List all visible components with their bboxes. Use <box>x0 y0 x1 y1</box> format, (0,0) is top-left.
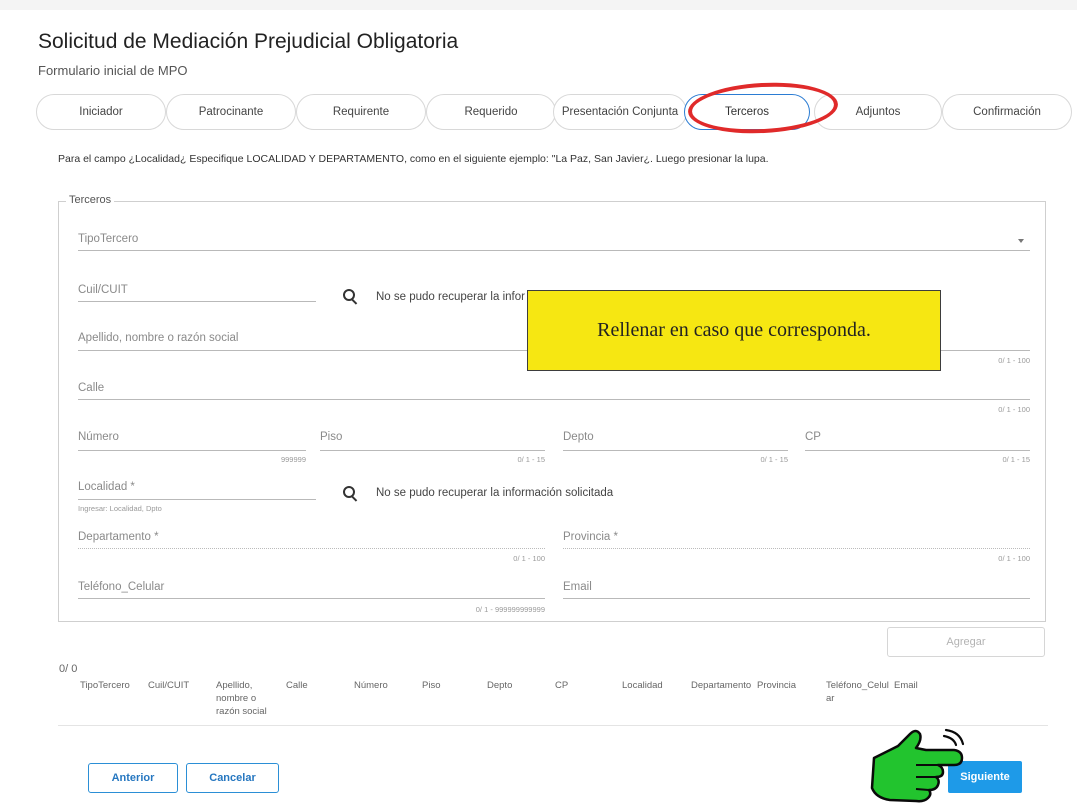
tab-confirmacion[interactable]: Confirmación <box>942 94 1072 130</box>
depto-label: Depto <box>563 431 594 443</box>
localidad-label: Localidad * <box>78 481 135 493</box>
page-subtitle: Formulario inicial de MPO <box>38 63 188 78</box>
piso-label: Piso <box>320 431 343 443</box>
tab-requirente[interactable]: Requirente <box>296 94 426 130</box>
departamento-label: Departamento * <box>78 531 159 543</box>
cuil-message: No se pudo recuperar la infor <box>376 291 525 303</box>
th-cp: CP <box>555 680 569 691</box>
cancelar-button[interactable]: Cancelar <box>186 763 279 793</box>
page-title: Solicitud de Mediación Prejudicial Oblig… <box>38 30 459 53</box>
departamento-input[interactable]: Departamento * <box>78 531 545 549</box>
terceros-fieldset <box>58 201 1046 622</box>
th-email: Email <box>894 680 918 691</box>
depto-input[interactable]: Depto <box>563 431 788 451</box>
th-apellido: Apellido, nombre o razón social <box>216 680 267 717</box>
tab-requerido[interactable]: Requerido <box>426 94 556 130</box>
th-provincia: Provincia <box>757 680 797 691</box>
telefono-counter: 0/ 1 - 999999999999 <box>475 605 545 614</box>
cp-input[interactable]: CP <box>805 431 1030 451</box>
calle-counter: 0/ 1 - 100 <box>998 405 1030 414</box>
apellido-label: Apellido, nombre o razón social <box>78 332 239 344</box>
th-cuil: Cuil/CUIT <box>148 680 190 691</box>
tab-patrocinante[interactable]: Patrocinante <box>166 94 296 130</box>
provincia-input[interactable]: Provincia * <box>563 531 1030 549</box>
telefono-label: Teléfono_Celular <box>78 581 165 593</box>
th-piso: Piso <box>422 680 441 691</box>
apellido-counter: 0/ 1 - 100 <box>998 356 1030 365</box>
table-count: 0/ 0 <box>59 663 78 675</box>
tab-presentacion-conjunta[interactable]: Presentación Conjunta <box>553 94 687 130</box>
localidad-input[interactable]: Localidad * <box>78 481 316 500</box>
provincia-label: Provincia * <box>563 531 618 543</box>
localidad-message: No se pudo recuperar la información soli… <box>376 487 614 499</box>
anterior-button[interactable]: Anterior <box>88 763 178 793</box>
cuil-input[interactable]: Cuil/CUIT <box>78 284 316 302</box>
departamento-counter: 0/ 1 - 100 <box>513 554 545 563</box>
th-tipotercero: TipoTercero <box>80 680 130 691</box>
numero-counter: 999999 <box>280 455 306 464</box>
cuil-label: Cuil/CUIT <box>78 284 128 296</box>
piso-input[interactable]: Piso <box>320 431 545 451</box>
provincia-counter: 0/ 1 - 100 <box>998 554 1030 563</box>
table-divider <box>58 725 1048 726</box>
th-numero: Número <box>354 680 388 691</box>
fieldset-legend: Terceros <box>66 194 115 206</box>
th-calle: Calle <box>286 680 308 691</box>
piso-counter: 0/ 1 - 15 <box>517 455 545 464</box>
tipo-tercero-label: TipoTercero <box>78 233 139 245</box>
localidad-hint: Ingresar: Localidad, Dpto <box>78 504 162 513</box>
search-icon[interactable] <box>343 289 359 305</box>
instructions-text: Para el campo ¿Localidad¿ Especifique LO… <box>58 153 769 165</box>
tipo-tercero-select[interactable]: TipoTercero <box>78 233 1030 251</box>
th-departamento: Departamento <box>691 680 752 691</box>
th-depto: Depto <box>487 680 513 691</box>
email-input[interactable]: Email <box>563 581 1030 599</box>
calle-input[interactable]: Calle <box>78 382 1030 400</box>
cp-label: CP <box>805 431 821 443</box>
telefono-input[interactable]: Teléfono_Celular <box>78 581 545 599</box>
th-localidad: Localidad <box>622 680 663 691</box>
top-bar <box>0 0 1077 10</box>
callout-note: Rellenar en caso que corresponda. <box>527 290 941 371</box>
numero-label: Número <box>78 431 119 443</box>
agregar-button[interactable]: Agregar <box>887 627 1045 657</box>
step-tabs: Iniciador Patrocinante Requirente Requer… <box>36 94 1072 132</box>
calle-label: Calle <box>78 382 105 394</box>
depto-counter: 0/ 1 - 15 <box>760 455 788 464</box>
pointing-hand-icon <box>870 728 965 803</box>
tab-iniciador[interactable]: Iniciador <box>36 94 166 130</box>
email-label: Email <box>563 581 592 593</box>
search-icon[interactable] <box>343 486 359 502</box>
th-telefono: Teléfono_Celul ar <box>826 680 889 704</box>
cp-counter: 0/ 1 - 15 <box>1002 455 1030 464</box>
caret-down-icon <box>1018 239 1024 243</box>
numero-input[interactable]: Número <box>78 431 306 451</box>
